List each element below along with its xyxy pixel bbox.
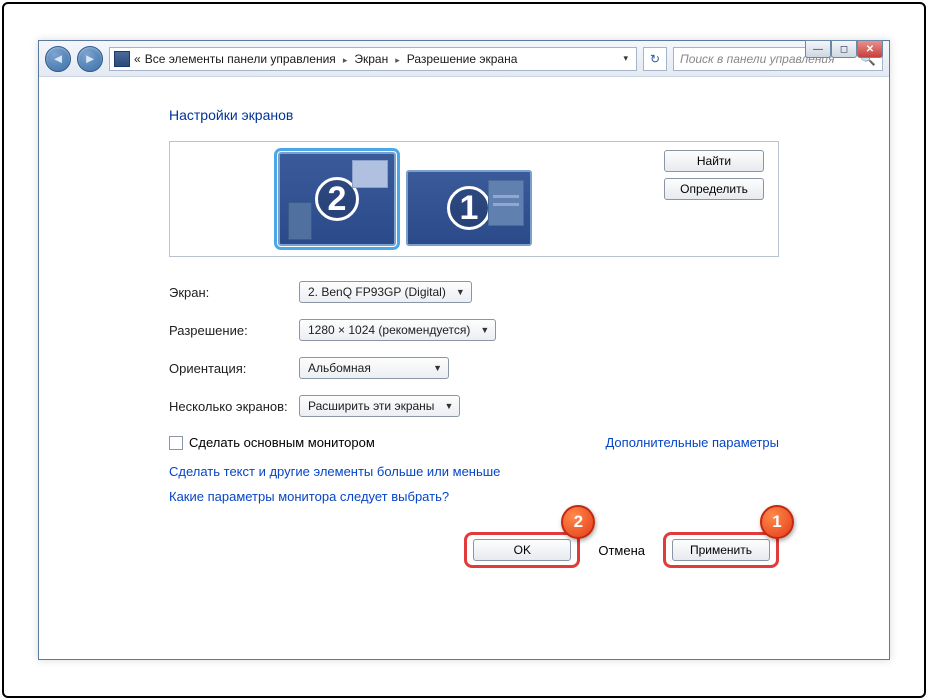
- screen-dropdown[interactable]: 2. BenQ FP93GP (Digital)▼: [299, 281, 472, 303]
- monitor-icon: [114, 51, 130, 67]
- minimize-button[interactable]: —: [805, 40, 831, 58]
- nav-back-button[interactable]: ◄: [45, 46, 71, 72]
- monitor-1[interactable]: 1: [406, 170, 532, 246]
- chevron-down-icon: ▼: [444, 401, 453, 411]
- preview-side-buttons: Найти Определить: [664, 150, 764, 200]
- which-settings-link[interactable]: Какие параметры монитора следует выбрать…: [169, 489, 849, 504]
- advanced-settings-link[interactable]: Дополнительные параметры: [605, 435, 779, 450]
- page-title: Настройки экранов: [169, 107, 849, 123]
- breadcrumb-separator: [340, 52, 351, 66]
- find-button[interactable]: Найти: [664, 150, 764, 172]
- control-panel-window: — ◻ ✕ ◄ ► « Все элементы панели управлен…: [38, 40, 890, 660]
- primary-monitor-row: Сделать основным монитором Дополнительны…: [169, 435, 779, 450]
- monitor-decoration: [488, 180, 524, 226]
- monitor-icons: 2 1: [278, 152, 532, 246]
- primary-monitor-checkbox[interactable]: [169, 436, 183, 450]
- monitor-number-badge: 1: [447, 186, 491, 230]
- cancel-button[interactable]: Отмена: [598, 543, 645, 558]
- address-dropdown-icon[interactable]: ▾: [619, 53, 632, 64]
- highlight-apply: Применить 1: [663, 532, 779, 568]
- orientation-label: Ориентация:: [169, 361, 299, 376]
- window-controls: — ◻ ✕: [805, 40, 883, 58]
- display-arrangement-box[interactable]: 2 1 Найти Определить: [169, 141, 779, 257]
- identify-button[interactable]: Определить: [664, 178, 764, 200]
- monitor-decoration: [288, 202, 312, 240]
- chevron-down-icon: ▼: [480, 325, 489, 335]
- chevron-down-icon: ▼: [433, 363, 442, 373]
- nav-forward-button[interactable]: ►: [77, 46, 103, 72]
- content-pane: Настройки экранов 2 1 Найти Определить Э…: [39, 77, 889, 568]
- multi-display-dropdown[interactable]: Расширить эти экраны▼: [299, 395, 460, 417]
- navigation-bar: ◄ ► « Все элементы панели управления Экр…: [39, 41, 889, 77]
- annotation-badge-1: 1: [760, 505, 794, 539]
- monitor-2[interactable]: 2: [278, 152, 396, 246]
- breadcrumb-item[interactable]: Разрешение экрана: [407, 52, 518, 66]
- monitor-decoration: [352, 160, 388, 188]
- breadcrumb-separator: [392, 52, 403, 66]
- screen-label: Экран:: [169, 285, 299, 300]
- apply-button[interactable]: Применить: [672, 539, 770, 561]
- resize-text-link[interactable]: Сделать текст и другие элементы больше и…: [169, 464, 849, 479]
- maximize-button[interactable]: ◻: [831, 40, 857, 58]
- orientation-dropdown[interactable]: Альбомная▼: [299, 357, 449, 379]
- chevron-down-icon: ▼: [456, 287, 465, 297]
- refresh-button[interactable]: ↻: [643, 47, 667, 71]
- address-bar[interactable]: « Все элементы панели управления Экран Р…: [109, 47, 637, 71]
- close-button[interactable]: ✕: [857, 40, 883, 58]
- breadcrumb-item[interactable]: Экран: [354, 52, 388, 66]
- primary-monitor-label: Сделать основным монитором: [189, 435, 375, 450]
- dialog-buttons: OK 2 Отмена Применить 1: [169, 532, 779, 568]
- help-links: Сделать текст и другие элементы больше и…: [169, 464, 849, 504]
- ok-button[interactable]: OK: [473, 539, 571, 561]
- breadcrumb-prefix: «: [134, 52, 141, 66]
- resolution-dropdown[interactable]: 1280 × 1024 (рекомендуется)▼: [299, 319, 496, 341]
- breadcrumb-item[interactable]: Все элементы панели управления: [145, 52, 336, 66]
- highlight-ok: OK 2: [464, 532, 580, 568]
- settings-form: Экран: 2. BenQ FP93GP (Digital)▼ Разреше…: [169, 281, 849, 417]
- multi-display-label: Несколько экранов:: [169, 399, 299, 414]
- annotation-badge-2: 2: [561, 505, 595, 539]
- resolution-label: Разрешение:: [169, 323, 299, 338]
